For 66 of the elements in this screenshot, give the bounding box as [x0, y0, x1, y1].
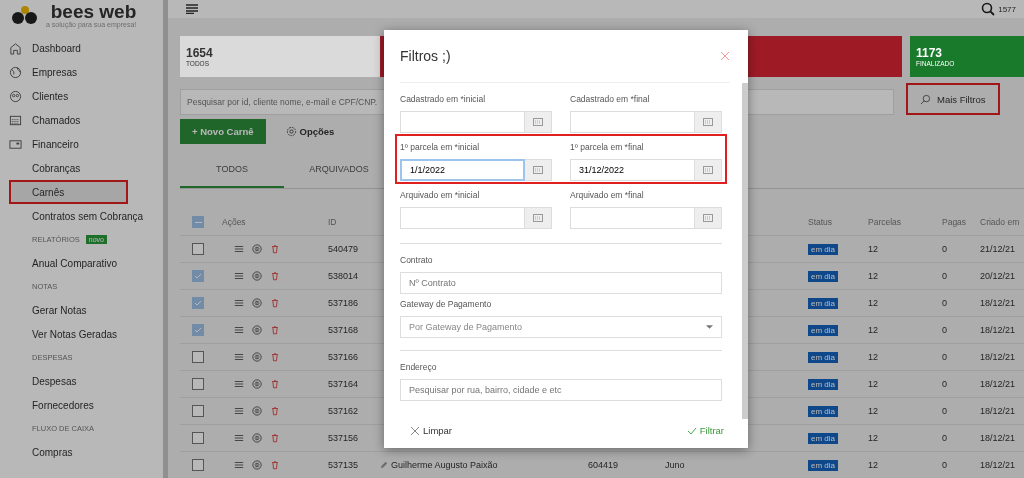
table-cell-text: 0 — [942, 406, 948, 416]
table-cell-text: Juno — [665, 460, 686, 470]
table-cell-text: 537186 — [328, 298, 360, 308]
table-cell-text: 20/12/21 — [980, 271, 1017, 281]
table-cell-text: 537162 — [328, 406, 360, 416]
status-badge: em dia — [808, 379, 838, 390]
table-cell-text: 0 — [942, 298, 948, 308]
table-cell-text: 12 — [868, 379, 879, 389]
table-cell-text: 537164 — [328, 379, 360, 389]
notification-count: 1577 — [998, 4, 1016, 14]
column-header: Parcelas — [868, 217, 903, 227]
table-cell-text: 18/12/21 — [980, 433, 1017, 443]
column-header: Status — [808, 217, 834, 227]
table-cell-text: 0 — [942, 325, 948, 335]
table-cell-text: 18/12/21 — [980, 460, 1017, 470]
table-cell-text: 0 — [942, 379, 948, 389]
table-cell-text: 537168 — [328, 325, 360, 335]
field-label: Endereço — [400, 361, 438, 374]
status-badge: em dia — [808, 271, 838, 282]
table-cell-text: 537166 — [328, 352, 360, 362]
field-label: Contrato — [400, 254, 434, 267]
table-cell-text: 12 — [868, 298, 879, 308]
column-header: Pagas — [942, 217, 968, 227]
field-label: Arquivado em *inicial — [400, 189, 481, 202]
table-cell-text: 0 — [942, 271, 948, 281]
column-header: ID — [328, 217, 338, 227]
table-cell-text: 0 — [942, 352, 948, 362]
table-cell-text: 18/12/21 — [980, 298, 1017, 308]
table-cell-text: 540479 — [328, 244, 360, 254]
table-cell-text: 0 — [942, 244, 948, 254]
table-cell-text: 12 — [868, 460, 879, 470]
column-header: Criado em — [980, 217, 1021, 227]
status-badge: em dia — [808, 433, 838, 444]
brand-name: bees web — [50, 2, 137, 21]
table-cell-text: 18/12/21 — [980, 325, 1017, 335]
table-cell-text: 604419 — [588, 460, 620, 470]
table-cell-text: 18/12/21 — [980, 352, 1017, 362]
status-badge: em dia — [808, 352, 838, 363]
table-cell-text: 12 — [868, 406, 879, 416]
table-cell-text: 18/12/21 — [980, 379, 1017, 389]
table-cell-text: 538014 — [328, 271, 360, 281]
table-cell-text: 12 — [868, 433, 879, 443]
field-label: Cadastrado em *final — [570, 93, 651, 106]
dialog-title: Filtros ;) — [400, 48, 451, 64]
table-cell-text: 12 — [868, 271, 879, 281]
table-cell-text: 12 — [868, 325, 879, 335]
table-cell-text: 537156 — [328, 433, 360, 443]
field-label: 1º parcela em *final — [570, 141, 645, 154]
status-badge: em dia — [808, 244, 838, 255]
field-label: Gateway de Pagamento — [400, 298, 493, 311]
table-cell: Guilherme Augusto Paixão — [380, 460, 588, 470]
status-badge: em dia — [808, 460, 838, 471]
table-cell-text: 0 — [942, 433, 948, 443]
table-cell-text: 12 — [868, 244, 879, 254]
field-label: 1º parcela em *inicial — [400, 141, 481, 154]
field-label: Cadastrado em *inicial — [400, 93, 487, 106]
status-badge: em dia — [808, 298, 838, 309]
table-cell-text: 18/12/21 — [980, 406, 1017, 416]
table-cell-text: 21/12/21 — [980, 244, 1017, 254]
table-cell-text: 0 — [942, 460, 948, 470]
field-label: Arquivado em *final — [570, 189, 645, 202]
column-header: Ações — [222, 217, 247, 227]
table-cell-text: 12 — [868, 352, 879, 362]
status-badge: em dia — [808, 325, 838, 336]
table-cell-text: 537135 — [328, 460, 360, 470]
status-badge: em dia — [808, 406, 838, 417]
